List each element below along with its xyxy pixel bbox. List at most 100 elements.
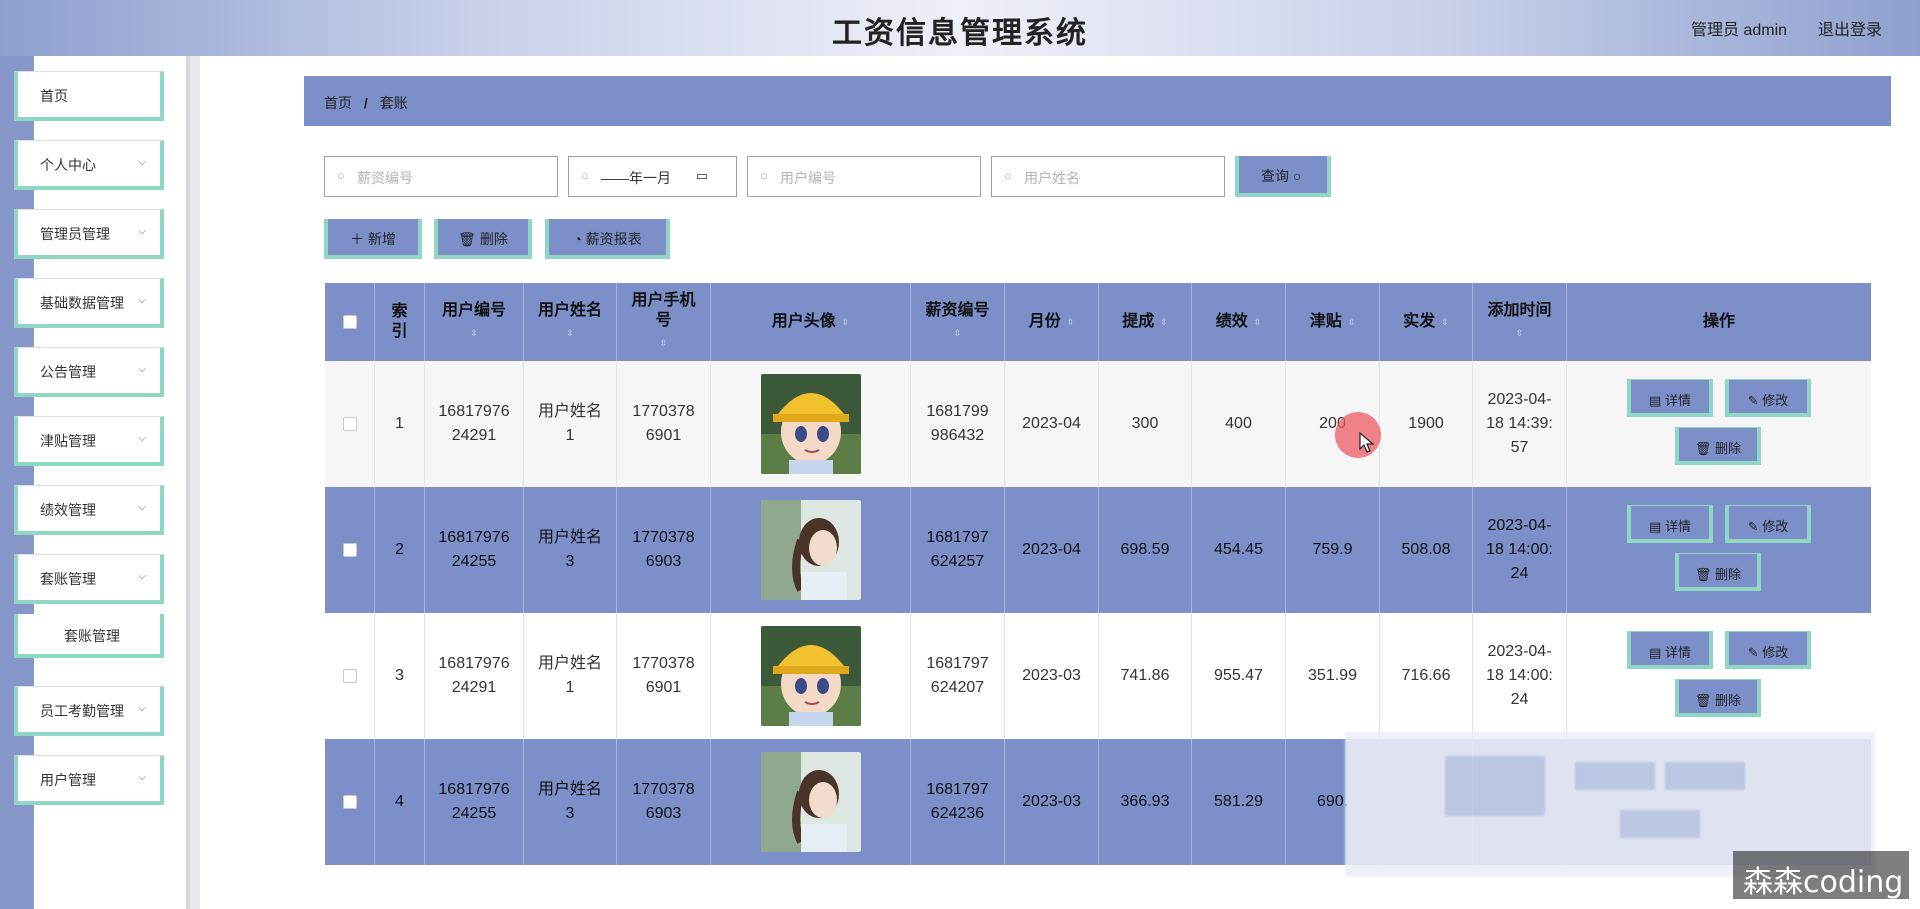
salary-no-placeholder: 薪资编号	[357, 170, 413, 186]
user-no-search-input[interactable]: ○ 用户编号	[747, 156, 981, 197]
col-added-time[interactable]: 添加时间 ⇳	[1473, 283, 1567, 361]
row-checkbox[interactable]	[342, 669, 357, 683]
chevron-down-icon: ⌵	[138, 571, 146, 582]
cell-line: 698.59	[1120, 541, 1170, 558]
cell-cb[interactable]	[325, 361, 375, 487]
cell-cb[interactable]	[325, 739, 375, 865]
col-user-phone[interactable]: 用户手机号 ⇳	[617, 283, 711, 361]
sort-icon[interactable]: ⇳	[566, 323, 574, 343]
button-label: 删除	[1715, 441, 1742, 456]
sort-icon[interactable]: ⇳	[1067, 312, 1075, 332]
sidebar-item-profile[interactable]: 个人中心 ⌵	[14, 140, 164, 190]
col-salary-no[interactable]: 薪资编号 ⇳	[911, 283, 1005, 361]
cell-performance: 454.45	[1192, 487, 1286, 613]
delete-button[interactable]: 🗑 删除	[1675, 553, 1761, 591]
cell-text: 1770378 6903	[632, 778, 694, 826]
delete-button[interactable]: 🗑 删除	[1675, 427, 1761, 465]
user-name-search-input[interactable]: ○ 用户姓名	[991, 156, 1225, 197]
batch-delete-button[interactable]: 🗑 删除	[434, 219, 532, 259]
cell-text: 16817976 24255	[438, 778, 509, 826]
sort-icon[interactable]: ⇳	[1516, 323, 1524, 343]
user-no-placeholder: 用户编号	[780, 170, 836, 186]
sidebar-item-label: 基础数据管理	[40, 295, 124, 311]
edit-button[interactable]: ✎ 修改	[1725, 631, 1811, 669]
cell-line: 2023-04-	[1487, 643, 1552, 660]
cell-ops: ▤ 详情 ✎ 修改 🗑 删除	[1567, 613, 1871, 739]
breadcrumb-home[interactable]: 首页	[324, 95, 352, 111]
col-user-no[interactable]: 用户编号 ⇳	[425, 283, 524, 361]
row-checkbox[interactable]	[342, 795, 357, 809]
salary-no-search-input[interactable]: ○ 薪资编号	[324, 156, 558, 197]
edit-icon: ✎	[1747, 645, 1763, 660]
sidebar-item-basic-data[interactable]: 基础数据管理 ⌵	[14, 278, 164, 328]
detail-button[interactable]: ▤ 详情	[1627, 379, 1713, 417]
sidebar-item-allowance[interactable]: 津贴管理 ⌵	[14, 416, 164, 466]
cell-line: 1770378	[632, 403, 695, 420]
cell-line: 用户姓名	[537, 781, 602, 798]
cell-line: 351.99	[1308, 667, 1357, 684]
cell-text: 1770378 6901	[632, 400, 694, 448]
sidebar-item-users[interactable]: 用户管理 ⌵	[14, 755, 164, 805]
edit-button[interactable]: ✎ 修改	[1725, 379, 1811, 417]
cell-text: 16817976 24291	[438, 652, 509, 700]
cell-user_no: 16817976 24291	[425, 613, 524, 739]
sort-icon[interactable]: ⇳	[954, 323, 962, 343]
col-actual[interactable]: 实发 ⇳	[1380, 283, 1473, 361]
col-label: 薪资编号	[925, 302, 990, 319]
sort-icon[interactable]: ⇳	[1254, 312, 1262, 332]
sidebar-item-account-set[interactable]: 套账管理 ⌵	[14, 554, 164, 604]
sidebar-item-label: 管理员管理	[40, 226, 110, 242]
sidebar-subitem-account-set[interactable]: 套账管理	[14, 614, 164, 658]
detail-button[interactable]: ▤ 详情	[1627, 631, 1713, 669]
sort-icon[interactable]: ⇳	[842, 312, 850, 332]
cell-text: 2023-04- 18 14:39: 57	[1486, 388, 1553, 460]
detail-button[interactable]: ▤ 详情	[1627, 505, 1713, 543]
sidebar-item-notice[interactable]: 公告管理 ⌵	[14, 347, 164, 397]
sort-icon[interactable]: ⇳	[470, 323, 478, 343]
cell-cb[interactable]	[325, 487, 375, 613]
salary-report-button[interactable]: ◔ 薪资报表	[545, 219, 670, 259]
row-checkbox[interactable]	[342, 417, 357, 431]
cell-text: 716.66	[1402, 664, 1451, 688]
col-user-name[interactable]: 用户姓名 ⇳	[524, 283, 617, 361]
cell-time: 2023-04- 18 14:39: 57	[1473, 361, 1567, 487]
col-avatar[interactable]: 用户头像 ⇳	[711, 283, 911, 361]
cell-text: 2023-04	[1022, 538, 1081, 562]
sidebar-item-label: 个人中心	[40, 157, 96, 173]
col-month[interactable]: 月份 ⇳	[1005, 283, 1099, 361]
mouse-cursor-icon	[1359, 432, 1375, 453]
delete-button[interactable]: 🗑 删除	[1675, 679, 1761, 717]
sidebar-item-performance[interactable]: 绩效管理 ⌵	[14, 485, 164, 535]
sidebar-item-home[interactable]: 首页	[14, 71, 164, 121]
col-commission[interactable]: 提成 ⇳	[1099, 283, 1192, 361]
month-picker[interactable]: ○ ——年一月 ▭	[568, 156, 737, 197]
sidebar-item-attendance[interactable]: 员工考勤管理 ⌵	[14, 686, 164, 736]
select-all-cell[interactable]	[325, 283, 375, 361]
row-checkbox[interactable]	[342, 543, 357, 557]
edit-icon: ✎	[1747, 393, 1763, 408]
sort-icon[interactable]: ⇳	[660, 333, 668, 353]
cell-text: 用户姓名 3	[538, 526, 602, 574]
edit-button[interactable]: ✎ 修改	[1725, 505, 1811, 543]
select-all-checkbox[interactable]	[342, 315, 357, 329]
sort-icon[interactable]: ⇳	[1441, 312, 1449, 332]
user-avatar	[760, 374, 861, 474]
col-label: 实发	[1403, 313, 1436, 330]
watermark: 森森coding	[1733, 851, 1909, 900]
query-button[interactable]: 查询 ○	[1235, 156, 1331, 197]
calendar-icon[interactable]: ▭	[696, 168, 708, 184]
table-row: 2 16817976 24255 用户姓名 3 1770378 6903 1681797 624…	[325, 487, 1871, 613]
cell-cb[interactable]	[325, 613, 375, 739]
col-performance[interactable]: 绩效 ⇳	[1192, 283, 1286, 361]
sidebar-item-admin[interactable]: 管理员管理 ⌵	[14, 209, 164, 259]
sort-icon[interactable]: ⇳	[1160, 312, 1168, 332]
top-header: 工资信息管理系统 管理员 admin 退出登录	[0, 0, 1920, 56]
add-button[interactable]: ＋ 新增	[324, 219, 422, 259]
col-label: 月份	[1028, 313, 1061, 330]
sort-icon[interactable]: ⇳	[1348, 312, 1356, 332]
sidebar-item-label: 绩效管理	[40, 502, 96, 518]
cell-commission: 741.86	[1099, 613, 1192, 739]
logout-link[interactable]: 退出登录	[1818, 16, 1882, 40]
cell-commission: 698.59	[1099, 487, 1192, 613]
col-allowance[interactable]: 津贴 ⇳	[1286, 283, 1380, 361]
